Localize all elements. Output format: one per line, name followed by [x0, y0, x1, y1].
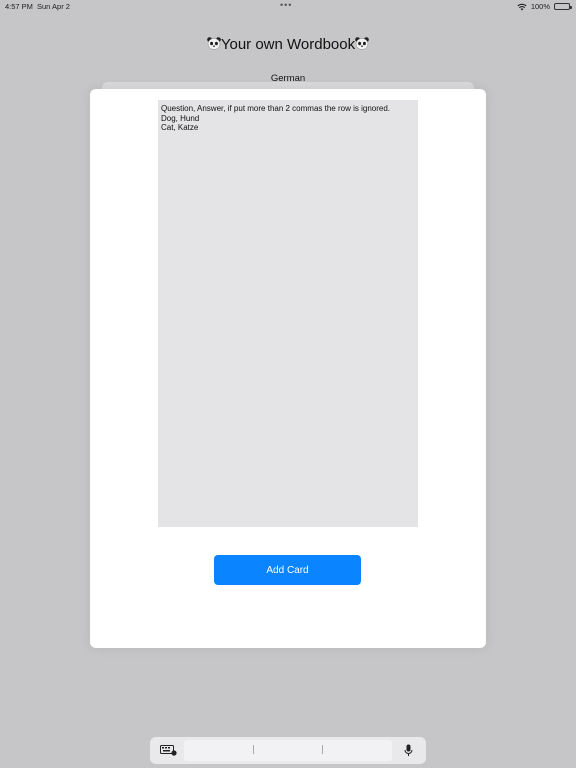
wifi-icon	[517, 3, 527, 10]
keyboard-shortcut-bar	[150, 737, 426, 764]
page-title: Your own Wordbook	[0, 36, 576, 53]
multitasking-dots[interactable]: •••	[280, 0, 292, 10]
status-right: 100%	[517, 2, 572, 11]
shortcut-area	[184, 740, 392, 761]
card-text-editor[interactable]: Question, Answer, if put more than 2 com…	[158, 100, 418, 527]
microphone-icon[interactable]	[404, 744, 413, 757]
battery-percent: 100%	[530, 2, 550, 11]
add-card-button[interactable]: Add Card	[214, 555, 361, 585]
status-date: Sun Apr 2	[37, 2, 70, 11]
page-title-text: Your own Wordbook	[220, 36, 356, 53]
status-bar: 4:57 PM Sun Apr 2 ••• 100%	[0, 0, 576, 14]
status-time: 4:57 PM	[5, 2, 33, 11]
keyboard-icon[interactable]	[160, 745, 177, 756]
panda-icon	[355, 37, 369, 50]
shortcut-divider	[322, 745, 323, 754]
add-card-sheet: Question, Answer, if put more than 2 com…	[90, 89, 486, 648]
battery-icon	[554, 3, 572, 10]
panda-icon	[207, 37, 221, 50]
shortcut-divider	[253, 745, 254, 754]
